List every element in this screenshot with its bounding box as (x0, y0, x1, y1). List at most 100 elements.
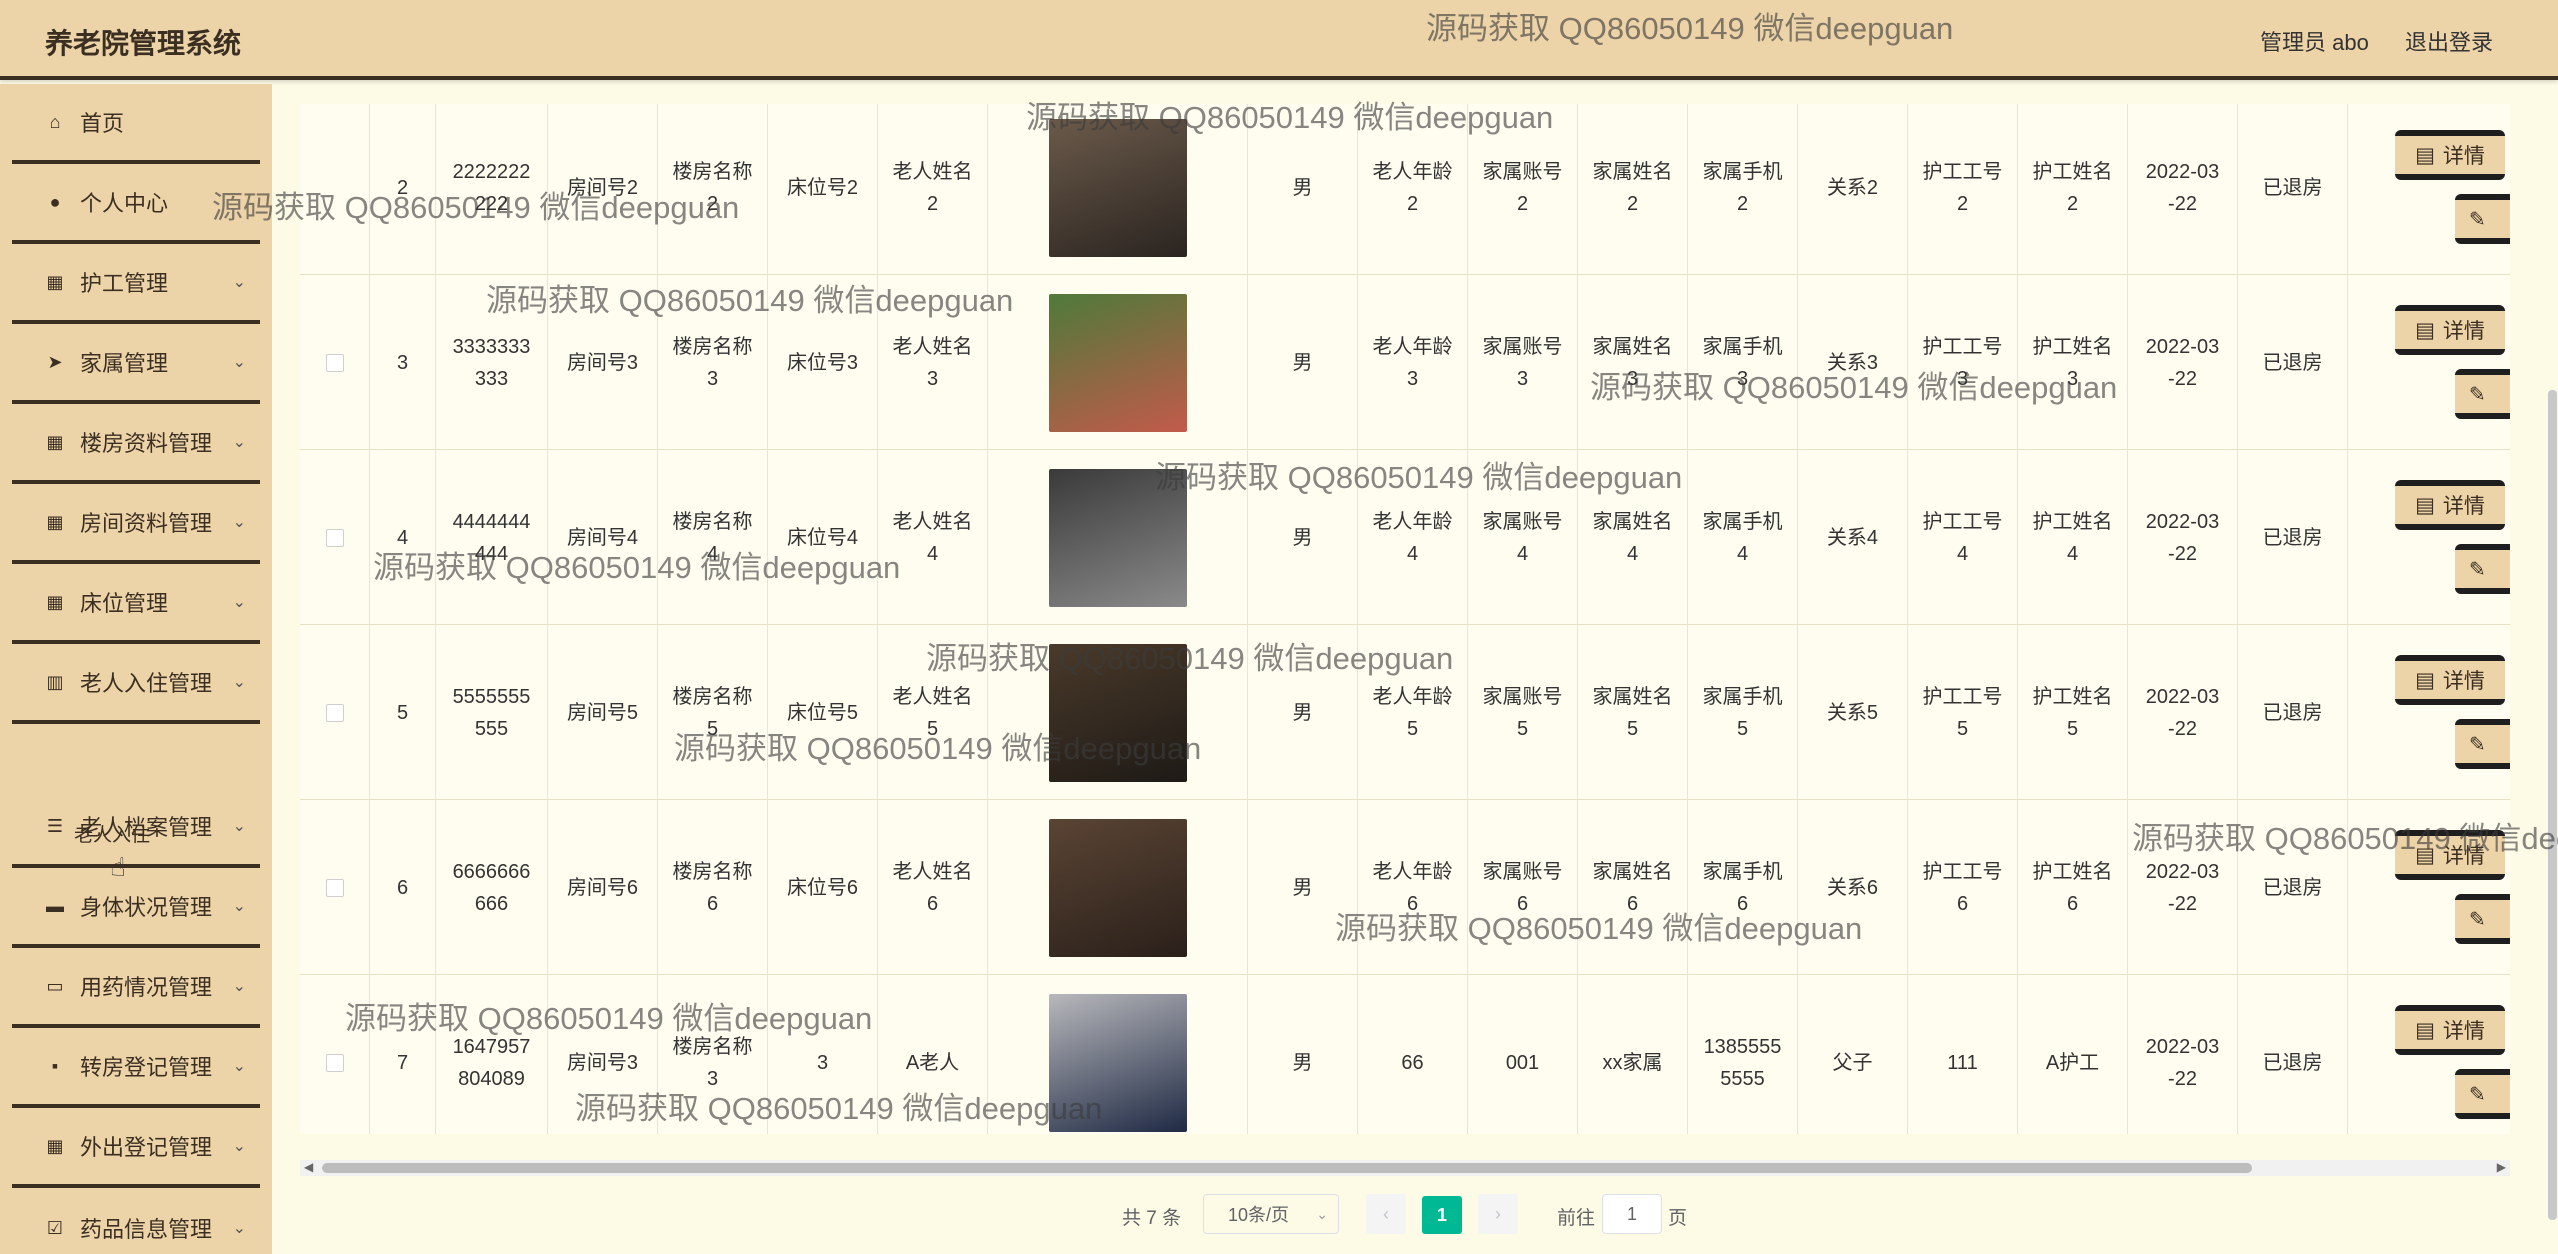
sidebar-item-1[interactable]: ● 个人中心 (12, 164, 260, 244)
cell-relation: 父子 (1798, 975, 1908, 1134)
elder-photo[interactable] (1048, 468, 1187, 607)
row-checkbox[interactable] (325, 1053, 344, 1072)
cell-date: 2022-03 -22 (2128, 275, 2238, 450)
detail-button[interactable]: ▤ 详情 (2395, 480, 2505, 530)
photo-cell (988, 625, 1248, 800)
document-icon: ▤ (2415, 1018, 2435, 1042)
cell-bed: 床位号4 (768, 450, 878, 625)
cell-date: 2022-03 -22 (2128, 800, 2238, 975)
sidebar-item-10[interactable]: ▭ 用药情况管理 ⌄ (12, 948, 260, 1028)
sidebar-item-13[interactable]: ☑ 药品信息管理 ⌄ (12, 1188, 260, 1254)
logout-link[interactable]: 退出登录 (2405, 25, 2493, 57)
sidebar-item-5[interactable]: ▦ 房间资料管理 ⌄ (12, 484, 260, 564)
edit-icon: ✎ (2469, 208, 2486, 231)
sidebar-item-6[interactable]: ▦ 床位管理 ⌄ (12, 564, 260, 644)
cell-room: 房间号2 (548, 104, 658, 275)
detail-button[interactable]: ▤ 详情 (2395, 830, 2505, 880)
row-checkbox[interactable] (325, 353, 344, 372)
photo-cell (988, 800, 1248, 975)
edit-button[interactable]: ✎ (2455, 194, 2510, 244)
cell-status: 已退房 (2238, 625, 2348, 800)
sidebar-item-3[interactable]: ➤ 家属管理 ⌄ (12, 324, 260, 404)
edit-icon: ✎ (2469, 908, 2486, 931)
grid-icon: ▦ (46, 591, 64, 612)
sidebar-item-12[interactable]: ▦ 外出登记管理 ⌄ (12, 1108, 260, 1188)
detail-button-label: 详情 (2442, 320, 2485, 343)
cell-name: 老人姓名 3 (878, 275, 988, 450)
cell-family-phone: 家属手机 6 (1688, 800, 1798, 975)
cell-account: 3333333 333 (436, 275, 548, 450)
sidebar-item-4[interactable]: ▦ 楼房资料管理 ⌄ (12, 404, 260, 484)
photo-cell (988, 450, 1248, 625)
elder-photo[interactable] (1048, 643, 1187, 782)
row-checkbox[interactable] (325, 528, 344, 547)
cell-date: 2022-03 -22 (2128, 975, 2238, 1134)
goto-page-input[interactable]: 1 (1602, 1194, 1662, 1234)
detail-button-label: 详情 (2442, 495, 2485, 518)
sidebar-item-9[interactable]: ▬ 身体状况管理 ⌄ (12, 868, 260, 948)
row-select-cell (300, 800, 370, 975)
sidebar-item-label: 老人档案管理 (80, 815, 213, 840)
detail-button[interactable]: ▤ 详情 (2395, 305, 2505, 355)
app-title: 养老院管理系统 (45, 28, 242, 59)
document-icon: ▤ (2415, 493, 2435, 517)
elder-photo[interactable] (1048, 818, 1187, 957)
sidebar-item-8[interactable]: ☰ 老人档案管理 ⌄ (12, 788, 260, 868)
horizontal-scrollbar[interactable]: ◀ ▶ (300, 1160, 2510, 1176)
cell-age: 老人年龄 5 (1358, 625, 1468, 800)
sidebar-item-label: 首页 (80, 111, 125, 136)
edit-button[interactable]: ✎ (2455, 719, 2510, 769)
home-icon: ⌂ (49, 111, 61, 132)
elder-photo[interactable] (1048, 993, 1187, 1132)
edit-button[interactable]: ✎ (2455, 1069, 2510, 1119)
sidebar-item-label: 老人入住管理 (80, 671, 213, 696)
cell-relation: 关系4 (1798, 450, 1908, 625)
cell-room: 房间号3 (548, 975, 658, 1134)
elder-photo[interactable] (1048, 118, 1187, 257)
cell-nurse-no: 111 (1908, 975, 2018, 1134)
cell-index: 4 (370, 450, 436, 625)
detail-button[interactable]: ▤ 详情 (2395, 130, 2505, 180)
detail-button[interactable]: ▤ 详情 (2395, 1005, 2505, 1055)
admin-user-label[interactable]: 管理员 abo (2260, 25, 2369, 57)
sidebar-item-label: 用药情况管理 (80, 975, 213, 1000)
prev-page-button[interactable]: ‹ (1366, 1194, 1406, 1234)
user-icon: ● (49, 191, 61, 212)
checklist-icon: ☑ (46, 1217, 64, 1238)
cell-name: A老人 (878, 975, 988, 1134)
sidebar-item-0[interactable]: ⌂ 首页 (12, 84, 260, 164)
page-unit-label: 页 (1668, 1208, 1688, 1229)
vertical-scrollbar-thumb[interactable] (2548, 390, 2557, 1220)
scroll-right-arrow-icon[interactable]: ▶ (2497, 1160, 2506, 1174)
row-checkbox[interactable] (325, 878, 344, 897)
cell-status: 已退房 (2238, 275, 2348, 450)
ticket-icon: ▭ (46, 975, 64, 996)
scrollbar-thumb[interactable] (322, 1163, 2252, 1173)
cell-family-name: 家属姓名 4 (1578, 450, 1688, 625)
scroll-left-arrow-icon[interactable]: ◀ (304, 1160, 313, 1174)
data-table: 2 2222222 222 房间号2 楼房名称 2 床位号2 老人姓名 2 男老人年龄 2家… (300, 104, 2510, 1134)
elder-photo[interactable] (1048, 293, 1187, 432)
detail-button[interactable]: ▤ 详情 (2395, 655, 2505, 705)
edit-button[interactable]: ✎ (2455, 369, 2510, 419)
edit-button[interactable]: ✎ (2455, 544, 2510, 594)
row-checkbox[interactable] (325, 703, 344, 722)
goto-label: 前往 (1557, 1208, 1596, 1229)
cell-gender: 男 (1248, 800, 1358, 975)
cell-account: 2222222 222 (436, 104, 548, 275)
sidebar-item-7[interactable]: ▥ 老人入住管理 ⌄ (12, 644, 260, 724)
cell-family-account: 家属账号 5 (1468, 625, 1578, 800)
next-page-button[interactable]: › (1478, 1194, 1518, 1234)
cell-bed: 床位号3 (768, 275, 878, 450)
sidebar-item-2[interactable]: ▦ 护工管理 ⌄ (12, 244, 260, 324)
page-number-current[interactable]: 1 (1422, 1196, 1462, 1234)
page-size-select[interactable]: 10条/页 ⌄ (1203, 1194, 1339, 1234)
edit-button[interactable]: ✎ (2455, 894, 2510, 944)
cell-date: 2022-03 -22 (2128, 450, 2238, 625)
cell-index: 5 (370, 625, 436, 800)
detail-button-label: 详情 (2442, 1020, 2485, 1043)
sidebar-item-11[interactable]: ▪ 转房登记管理 ⌄ (12, 1028, 260, 1108)
cell-age: 老人年龄 2 (1358, 104, 1468, 275)
cell-nurse-name: 护工姓名 3 (2018, 275, 2128, 450)
table-row: 7 1647957 804089 房间号3 楼房名称 3 3 A老人男 66 001 xx家属 1… (300, 975, 2510, 1134)
